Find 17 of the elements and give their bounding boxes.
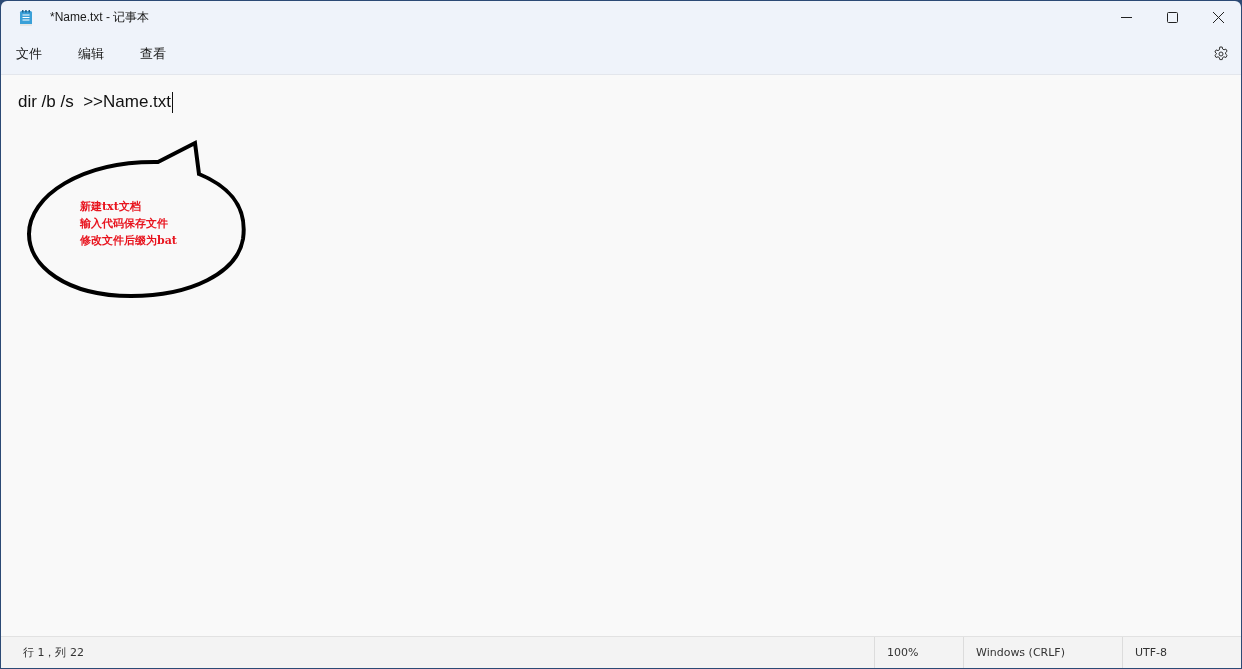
notepad-icon [19,8,33,27]
close-icon[interactable] [1212,12,1224,23]
zoom-level: 100% [874,637,963,668]
maximize-icon[interactable] [1166,12,1178,23]
editor-text[interactable]: dir /b /s >>Name.txt [18,92,172,112]
callout-text: 修改文件后缀为bat [80,233,177,249]
menu-item[interactable]: 查看 [130,41,176,67]
menu-item[interactable]: 文件 [6,41,52,67]
line-ending: Windows (CRLF) [963,637,1122,668]
callout-text: 输入代码保存文件 [80,216,169,232]
encoding: UTF-8 [1122,637,1241,668]
window-title: *Name.txt - 记事本 [50,9,150,26]
cursor-position: 行 1，列 22 [23,645,84,660]
settings-button[interactable] [1213,46,1229,62]
menu-item[interactable]: 编辑 [68,41,114,67]
callout-text: 新建txt文档 [80,199,142,215]
text-cursor [172,91,174,113]
